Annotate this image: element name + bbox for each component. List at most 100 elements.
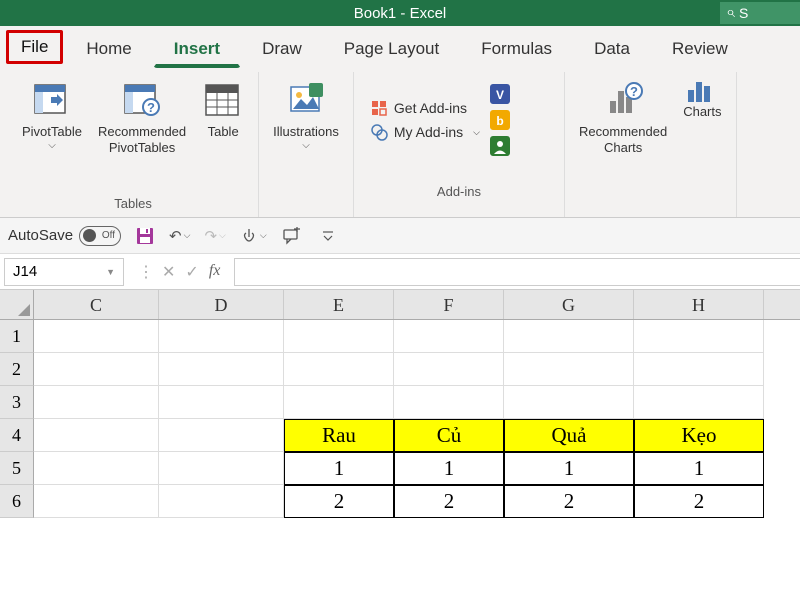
table-button[interactable]: Table [198, 72, 248, 144]
column-headers: C D E F G H [0, 290, 800, 320]
svg-text:?: ? [630, 84, 638, 99]
cell[interactable]: 2 [394, 485, 504, 518]
cell[interactable] [34, 386, 159, 419]
touch-button[interactable]: ⌵ [240, 227, 267, 245]
illustrations-icon [285, 76, 327, 124]
addins-icon [370, 123, 388, 141]
comment-button[interactable] [281, 227, 301, 245]
cell[interactable] [634, 353, 764, 386]
col-header[interactable]: E [284, 290, 394, 319]
charts-button[interactable]: Charts [679, 72, 725, 124]
people-icon[interactable] [490, 136, 510, 156]
cell[interactable]: Kẹo [634, 419, 764, 452]
name-box[interactable]: J14▼ [4, 258, 124, 286]
tab-page-layout[interactable]: Page Layout [323, 26, 460, 68]
cell[interactable]: 2 [634, 485, 764, 518]
enter-icon[interactable]: ✓ [185, 262, 198, 282]
col-header[interactable]: C [34, 290, 159, 319]
ribbon-group-charts: ? Recommended Charts Charts [565, 72, 736, 217]
tab-insert[interactable]: Insert [153, 26, 241, 68]
cell[interactable] [159, 320, 284, 353]
cell[interactable] [284, 353, 394, 386]
svg-text:?: ? [147, 100, 155, 115]
cell[interactable] [159, 485, 284, 518]
cell[interactable] [394, 353, 504, 386]
select-all-corner[interactable] [0, 290, 34, 320]
cell[interactable] [34, 452, 159, 485]
tab-formulas[interactable]: Formulas [460, 26, 573, 68]
row-header[interactable]: 5 [0, 452, 34, 485]
cell[interactable] [34, 419, 159, 452]
cell[interactable] [394, 320, 504, 353]
cell[interactable]: Củ [394, 419, 504, 452]
save-button[interactable] [135, 226, 155, 246]
cell[interactable] [504, 353, 634, 386]
cell[interactable] [504, 320, 634, 353]
cell[interactable]: Quả [504, 419, 634, 452]
cell[interactable]: 2 [504, 485, 634, 518]
recommended-charts-icon: ? [602, 76, 644, 124]
ribbon-group-illustrations: Illustrations⌵ [259, 72, 354, 217]
redo-button[interactable]: ↷⌵ [204, 227, 225, 245]
recommended-pivot-icon: ? [121, 76, 163, 124]
formula-input[interactable] [234, 258, 800, 286]
cell[interactable] [159, 353, 284, 386]
spreadsheet-grid[interactable]: C D E F G H 1 2 3 4RauCủQuảKẹo 51111 622… [0, 290, 800, 518]
my-addins-button[interactable]: My Add-ins⌵ [370, 123, 480, 141]
recommended-charts-button[interactable]: ? Recommended Charts [575, 72, 671, 159]
undo-button[interactable]: ↶⌵ [169, 227, 190, 245]
pivottable-button[interactable]: PivotTable⌵ [18, 72, 86, 155]
cell[interactable] [634, 386, 764, 419]
cell[interactable]: Rau [284, 419, 394, 452]
pivottable-icon [31, 76, 73, 124]
store-icon [370, 99, 388, 117]
bing-icon[interactable]: b [490, 110, 510, 130]
tab-draw[interactable]: Draw [241, 26, 323, 68]
tab-review[interactable]: Review [651, 26, 749, 68]
cell[interactable]: 1 [634, 452, 764, 485]
cell[interactable]: 2 [284, 485, 394, 518]
col-header[interactable]: F [394, 290, 504, 319]
svg-text:b: b [496, 114, 503, 128]
cell[interactable] [159, 386, 284, 419]
cell[interactable] [284, 320, 394, 353]
cell[interactable] [34, 353, 159, 386]
cell[interactable] [504, 386, 634, 419]
search-box[interactable]: S [720, 2, 800, 24]
formula-bar: J14▼ ⋮ ✕ ✓ fx [0, 254, 800, 290]
ribbon-tabs: File Home Insert Draw Page Layout Formul… [0, 26, 800, 68]
row-header[interactable]: 3 [0, 386, 34, 419]
cell[interactable]: 1 [504, 452, 634, 485]
row-header[interactable]: 6 [0, 485, 34, 518]
cell[interactable] [34, 485, 159, 518]
tab-file[interactable]: File [6, 30, 63, 64]
col-header[interactable]: D [159, 290, 284, 319]
cell[interactable] [159, 452, 284, 485]
get-addins-button[interactable]: Get Add-ins [370, 99, 480, 117]
ribbon-group-addins: Get Add-ins My Add-ins⌵ V b Add-ins [354, 72, 565, 217]
ribbon-group-tables: PivotTable⌵ ? Recommended PivotTables Ta… [8, 72, 259, 217]
cell[interactable] [634, 320, 764, 353]
cell[interactable] [159, 419, 284, 452]
visio-icon[interactable]: V [490, 84, 510, 104]
fx-label[interactable]: fx [209, 262, 221, 282]
tab-home[interactable]: Home [65, 26, 152, 68]
illustrations-button[interactable]: Illustrations⌵ [269, 72, 343, 155]
cancel-icon[interactable]: ✕ [162, 262, 175, 282]
cell[interactable]: 1 [284, 452, 394, 485]
row-header[interactable]: 2 [0, 353, 34, 386]
app-title: Book1 - Excel [354, 5, 447, 22]
cell[interactable] [284, 386, 394, 419]
row-header[interactable]: 1 [0, 320, 34, 353]
tab-data[interactable]: Data [573, 26, 651, 68]
cell[interactable] [394, 386, 504, 419]
cell[interactable]: 1 [394, 452, 504, 485]
autosave-toggle[interactable]: AutoSave [8, 226, 121, 246]
qat-customize-button[interactable] [321, 229, 335, 243]
col-header[interactable]: G [504, 290, 634, 319]
row-header[interactable]: 4 [0, 419, 34, 452]
cell[interactable] [34, 320, 159, 353]
recommended-pivottables-button[interactable]: ? Recommended PivotTables [94, 72, 190, 159]
table-icon [202, 76, 244, 124]
col-header[interactable]: H [634, 290, 764, 319]
